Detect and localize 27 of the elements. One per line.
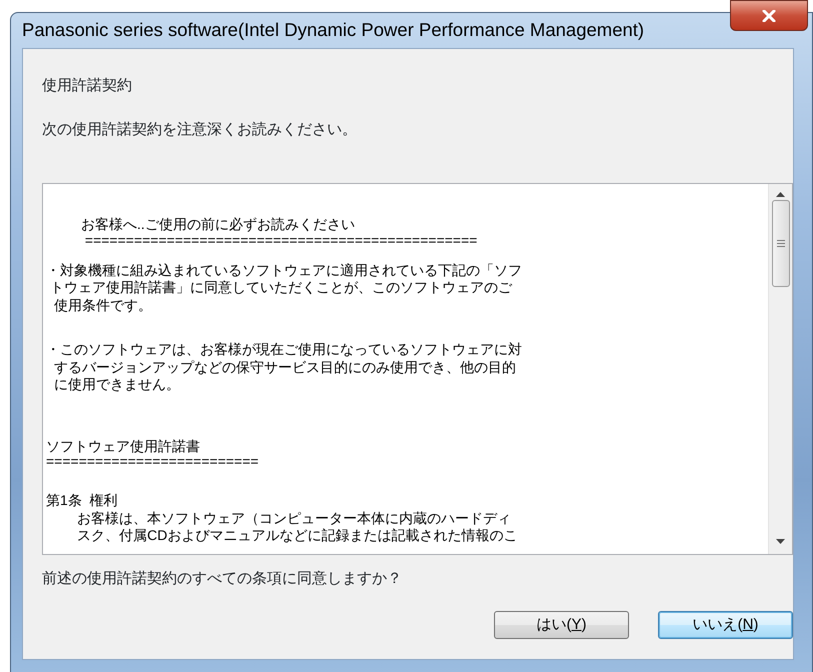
text-line: ・このソフトウェアは、お客様が現在ご使用になっているソフトウェアに対 <box>46 341 523 358</box>
scroll-up-icon[interactable] <box>776 192 785 197</box>
scroll-thumb[interactable] <box>772 200 790 287</box>
section-heading: ソフトウェア使用許諾書 <box>46 438 201 455</box>
text-line: ・対象機種に組み込まれているソフトウェアに適用されている下記の「ソフ <box>46 262 523 279</box>
grip-icon <box>776 240 784 247</box>
close-button[interactable] <box>730 0 808 31</box>
separator-text: ================================================ <box>84 234 478 246</box>
scrollbar[interactable] <box>768 184 792 554</box>
text-line: するバージョンアップなどの保守サービス目的にのみ使用でき、他の目的 <box>52 358 517 376</box>
text-line: トウェア使用許諾書」に同意していただくことが、このソフトウェアのご <box>48 279 514 296</box>
agreement-question: 前述の使用許諾契約のすべての条項に同意しますか？ <box>42 570 402 587</box>
instruction-text: 次の使用許諾契約を注意深くお読みください。 <box>42 121 357 138</box>
text-line: 第1条 権利 <box>46 492 119 510</box>
notice-heading: お客様へ..ご使用の前に必ずお読みください <box>80 216 356 234</box>
window-title: Panasonic series software(Intel Dynamic Power Performance Management) <box>21 18 646 42</box>
dialog-button[interactable]: はい(Y) <box>494 611 629 639</box>
text-line: 使用条件です。 <box>52 296 153 314</box>
page-heading: 使用許諾契約 <box>42 77 132 94</box>
text-line: お客様は、本ソフトウェア（コンピューター本体に内蔵のハードディ <box>76 510 512 527</box>
license-text-box[interactable] <box>42 183 793 555</box>
close-icon <box>762 10 776 22</box>
dialog-button[interactable]: いいえ(N) <box>658 611 793 639</box>
scroll-down-icon[interactable] <box>776 539 785 544</box>
separator-text: ========================== <box>46 455 260 468</box>
text-line: に使用できません。 <box>52 376 181 394</box>
text-line: スク、付属CDおよびマニュアルなどに記録または記載された情報のこ <box>76 527 518 544</box>
